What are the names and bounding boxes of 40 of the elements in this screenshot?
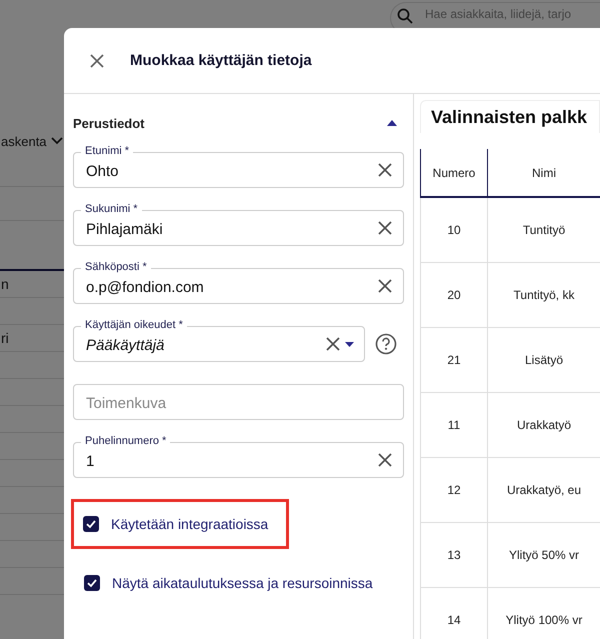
table-cell: Urakkatyö [487, 393, 600, 457]
table-cell: Lisätyö [487, 328, 600, 392]
clear-icon[interactable] [377, 220, 393, 236]
help-icon[interactable] [375, 333, 397, 355]
table-cell: Ylityö 100% vr [487, 588, 600, 639]
table-cell: 11 [420, 393, 487, 457]
column-header[interactable]: Numero [420, 149, 487, 196]
table-cell: 12 [420, 458, 487, 522]
checkbox[interactable] [84, 575, 100, 591]
table-cell: 20 [420, 263, 487, 327]
caret-down-icon[interactable] [345, 342, 354, 347]
clear-icon[interactable] [377, 162, 393, 178]
checkbox-label: Käytetään integraatioissa [111, 516, 268, 532]
field-label: Käyttäjän oikeudet * [81, 319, 187, 332]
field-label: Sähköposti * [81, 261, 151, 274]
table-cell: 13 [420, 523, 487, 587]
table-cell: Ylityö 50% vr [487, 523, 600, 587]
list-item-text: n [1, 276, 9, 292]
table-cell: 14 [420, 588, 487, 639]
table-cell: Tuntityö, kk [487, 263, 600, 327]
search-icon [397, 8, 413, 24]
chevron-down-icon [50, 137, 63, 145]
close-icon[interactable] [89, 52, 105, 68]
caret-up-icon[interactable] [387, 120, 397, 126]
dialog-title: Muokkaa käyttäjän tietoja [130, 52, 312, 69]
checkbox[interactable] [83, 516, 99, 532]
card-title: Valinnaisten palkk [431, 106, 588, 128]
input-field[interactable]: Toimenkuva [73, 384, 404, 420]
clear-icon[interactable] [377, 278, 393, 294]
filter-dropdown[interactable]: askenta [1, 134, 47, 148]
table-cell: Urakkatyö, eu [487, 458, 600, 522]
table-cell: 21 [420, 328, 487, 392]
list-item-text: ri [1, 330, 9, 346]
clear-icon[interactable] [377, 452, 393, 468]
column-header[interactable]: Nimi [487, 149, 600, 196]
table-cell: Tuntityö [487, 198, 600, 262]
checkbox-label: Näytä aikataulutuksessa ja resursoinnissa [112, 575, 373, 591]
section-title: Perustiedot [73, 116, 145, 130]
table-cell: 10 [420, 198, 487, 262]
clear-icon[interactable] [325, 336, 341, 352]
